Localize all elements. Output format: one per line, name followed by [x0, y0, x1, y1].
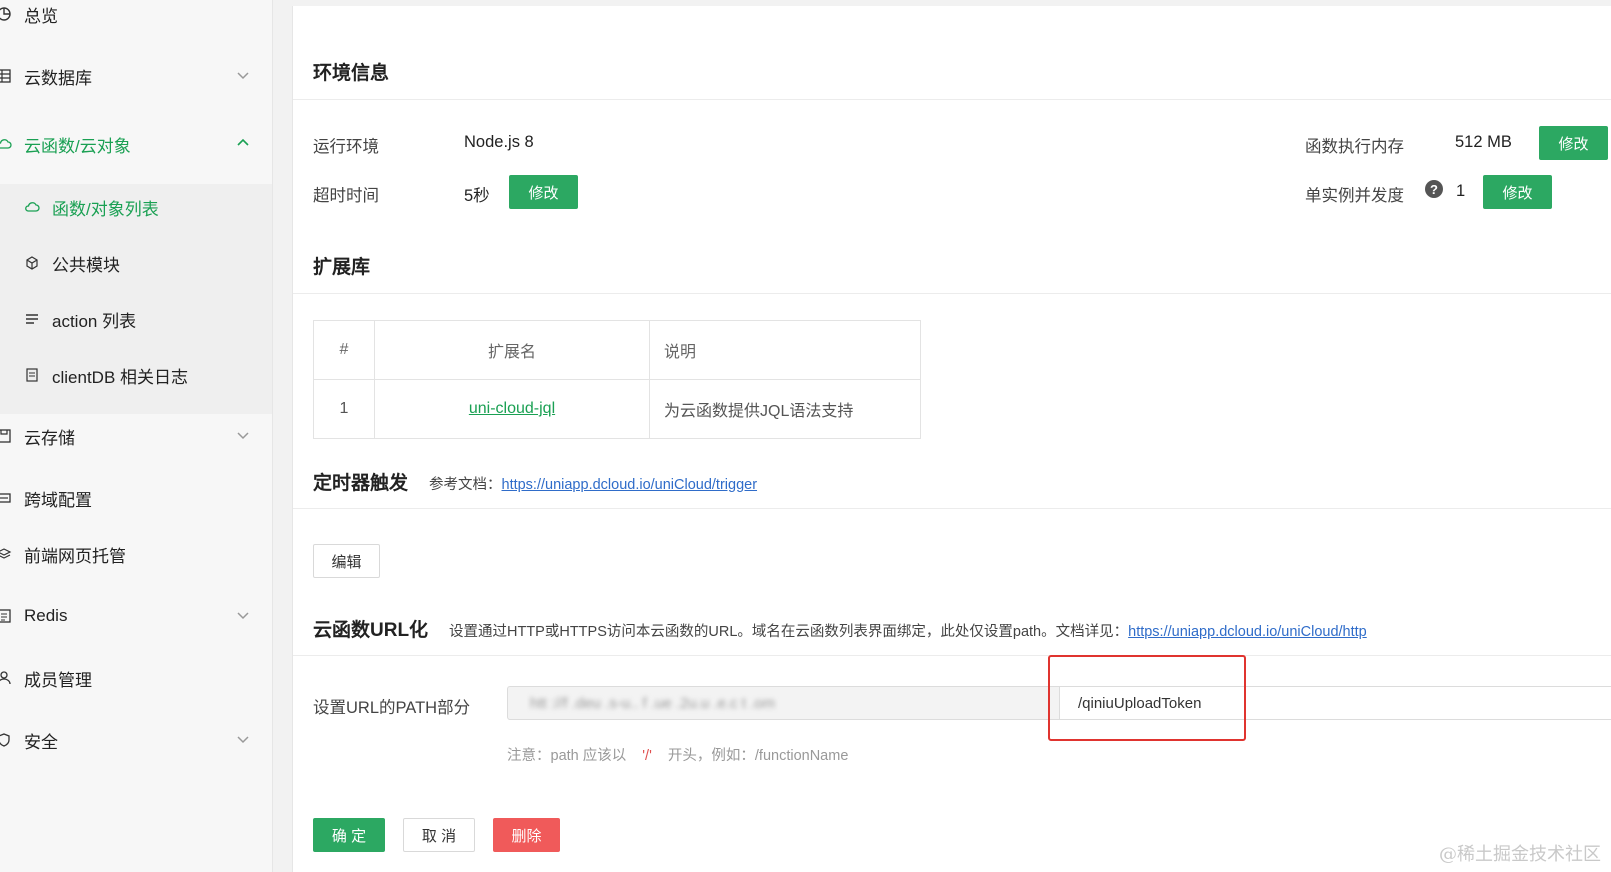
path-note-suffix: 开头，例如：/functionName	[667, 748, 849, 764]
column-header-index: #	[313, 320, 375, 380]
path-label: 设置URL的PATH部分	[313, 699, 471, 717]
watermark: @稀土掘金技术社区	[1439, 844, 1601, 865]
confirm-button[interactable]: 确 定	[313, 818, 385, 852]
chevron-down-icon	[237, 736, 249, 744]
divider	[293, 293, 1611, 294]
sidebar-item-label: 安全	[24, 732, 58, 752]
divider	[293, 508, 1611, 509]
trigger-doc-label: 参考文档：	[429, 477, 502, 493]
shield-icon	[0, 733, 10, 747]
main-panel: 环境信息 运行环境 Node.js 8 函数执行内存 512 MB 修改 超时时…	[292, 6, 1611, 872]
runtime-label: 运行环境	[313, 138, 379, 156]
submenu-item-label: 公共模块	[52, 255, 120, 275]
sidebar-item-cors[interactable]: 跨域配置	[0, 478, 272, 518]
ext-section-title: 扩展库	[313, 257, 371, 278]
path-note-prefix: 注意：path 应该以	[507, 748, 627, 764]
extension-table: # 扩展名 说明 1 uni-cloud-jql 为云函数提供JQL语法支持	[313, 320, 921, 439]
divider	[293, 99, 1611, 100]
cloud-icon	[0, 139, 12, 149]
storage-icon	[0, 429, 11, 443]
path-note: 注意：path 应该以 '/' 开头，例如：/functionName	[507, 744, 848, 765]
submenu-item-clientdb-logs[interactable]: clientDB 相关日志	[0, 355, 272, 395]
cell-desc: 为云函数提供JQL语法支持	[649, 379, 921, 439]
chevron-up-icon	[237, 138, 249, 146]
submenu-item-label: action 列表	[52, 311, 137, 331]
sidebar-item-label: 前端网页托管	[24, 546, 126, 566]
chevron-down-icon	[237, 612, 249, 620]
trigger-section-title: 定时器触发	[313, 473, 409, 494]
url-section-title: 云函数URL化	[313, 620, 429, 641]
sidebar-item-storage[interactable]: 云存储	[0, 416, 272, 456]
sidebar-item-cloud-functions[interactable]: 云函数/云对象	[0, 124, 272, 164]
table-row: 1 uni-cloud-jql 为云函数提供JQL语法支持	[313, 379, 921, 439]
path-input[interactable]	[1059, 686, 1611, 720]
url-prefix: htt ://f .deu .s-u.. f .ue .2u.u .e.c t …	[507, 686, 1059, 720]
trigger-doc-link[interactable]: https://uniapp.dcloud.io/uniCloud/trigge…	[502, 477, 758, 493]
column-header-desc: 说明	[649, 320, 921, 380]
cell-name: uni-cloud-jql	[374, 379, 650, 439]
url-doc-link[interactable]: https://uniapp.dcloud.io/uniCloud/http	[1128, 624, 1367, 640]
env-section-title: 环境信息	[313, 63, 390, 84]
sidebar: 总览 云数据库 云函数/云对象 函数/对象列表 公共模块 action 列表 c…	[0, 0, 273, 872]
list-icon	[26, 314, 38, 324]
timeout-label: 超时时间	[313, 187, 379, 205]
edit-memory-button[interactable]: 修改	[1539, 126, 1608, 160]
url-desc-text: 设置通过HTTP或HTTPS访问本云函数的URL。域名在云函数列表界面绑定，此处…	[449, 624, 1129, 640]
sidebar-item-label: Redis	[24, 606, 68, 625]
column-header-name: 扩展名	[374, 320, 650, 380]
submenu-item-label: 函数/对象列表	[52, 199, 159, 219]
table-header-row: # 扩展名 说明	[313, 320, 921, 380]
sidebar-item-members[interactable]: 成员管理	[0, 658, 272, 698]
memory-label: 函数执行内存	[1305, 138, 1404, 156]
submenu-item-action-list[interactable]: action 列表	[0, 299, 272, 339]
divider	[293, 655, 1611, 656]
submenu-item-function-list[interactable]: 函数/对象列表	[0, 187, 272, 227]
cross-domain-icon	[0, 493, 11, 503]
help-icon[interactable]: ?	[1425, 180, 1443, 198]
edit-timeout-button[interactable]: 修改	[509, 175, 578, 209]
delete-button[interactable]: 删除	[493, 818, 560, 852]
extension-link[interactable]: uni-cloud-jql	[469, 400, 555, 417]
sidebar-item-label: 云函数/云对象	[24, 136, 131, 156]
sidebar-item-label: 云存储	[24, 428, 75, 448]
hosting-icon	[0, 548, 12, 559]
sidebar-item-redis[interactable]: Redis	[0, 596, 272, 636]
sidebar-item-security[interactable]: 安全	[0, 720, 272, 760]
log-icon	[26, 368, 38, 382]
cell-index: 1	[313, 379, 375, 439]
submenu-item-common-modules[interactable]: 公共模块	[0, 243, 272, 283]
sidebar-item-overview[interactable]: 总览	[0, 0, 272, 34]
edit-trigger-button[interactable]: 编辑	[313, 544, 380, 578]
url-prefix-text: htt ://f .deu .s-u.. f .ue .2u.u .e.c t …	[530, 694, 776, 712]
user-icon	[0, 671, 11, 685]
edit-concurrency-button[interactable]: 修改	[1483, 175, 1552, 209]
cloud-icon	[25, 202, 40, 212]
sidebar-item-label: 总览	[24, 6, 58, 26]
path-note-slash: '/'	[642, 748, 652, 764]
pie-chart-icon	[0, 7, 11, 21]
trigger-doc: 参考文档：https://uniapp.dcloud.io/uniCloud/t…	[429, 473, 757, 494]
memory-value: 512 MB	[1455, 133, 1512, 151]
cancel-button[interactable]: 取 消	[403, 818, 475, 852]
sidebar-item-hosting[interactable]: 前端网页托管	[0, 534, 272, 574]
submenu-item-label: clientDB 相关日志	[52, 367, 189, 387]
sidebar-item-label: 成员管理	[24, 670, 92, 690]
sidebar-item-label: 跨域配置	[24, 490, 92, 510]
url-desc: 设置通过HTTP或HTTPS访问本云函数的URL。域名在云函数列表界面绑定，此处…	[449, 620, 1367, 641]
chevron-down-icon	[237, 432, 249, 440]
chevron-down-icon	[237, 72, 249, 80]
cloud-functions-submenu: 函数/对象列表 公共模块 action 列表 clientDB 相关日志	[0, 184, 272, 414]
concurrency-label: 单实例并发度	[1305, 187, 1404, 205]
database-icon	[0, 69, 11, 83]
sidebar-item-label: 云数据库	[24, 68, 92, 88]
redis-icon	[0, 609, 11, 623]
concurrency-value: 1	[1456, 182, 1466, 200]
sidebar-item-database[interactable]: 云数据库	[0, 56, 272, 96]
timeout-value: 5秒	[464, 187, 490, 205]
runtime-value: Node.js 8	[464, 133, 534, 151]
cube-icon	[26, 256, 38, 270]
